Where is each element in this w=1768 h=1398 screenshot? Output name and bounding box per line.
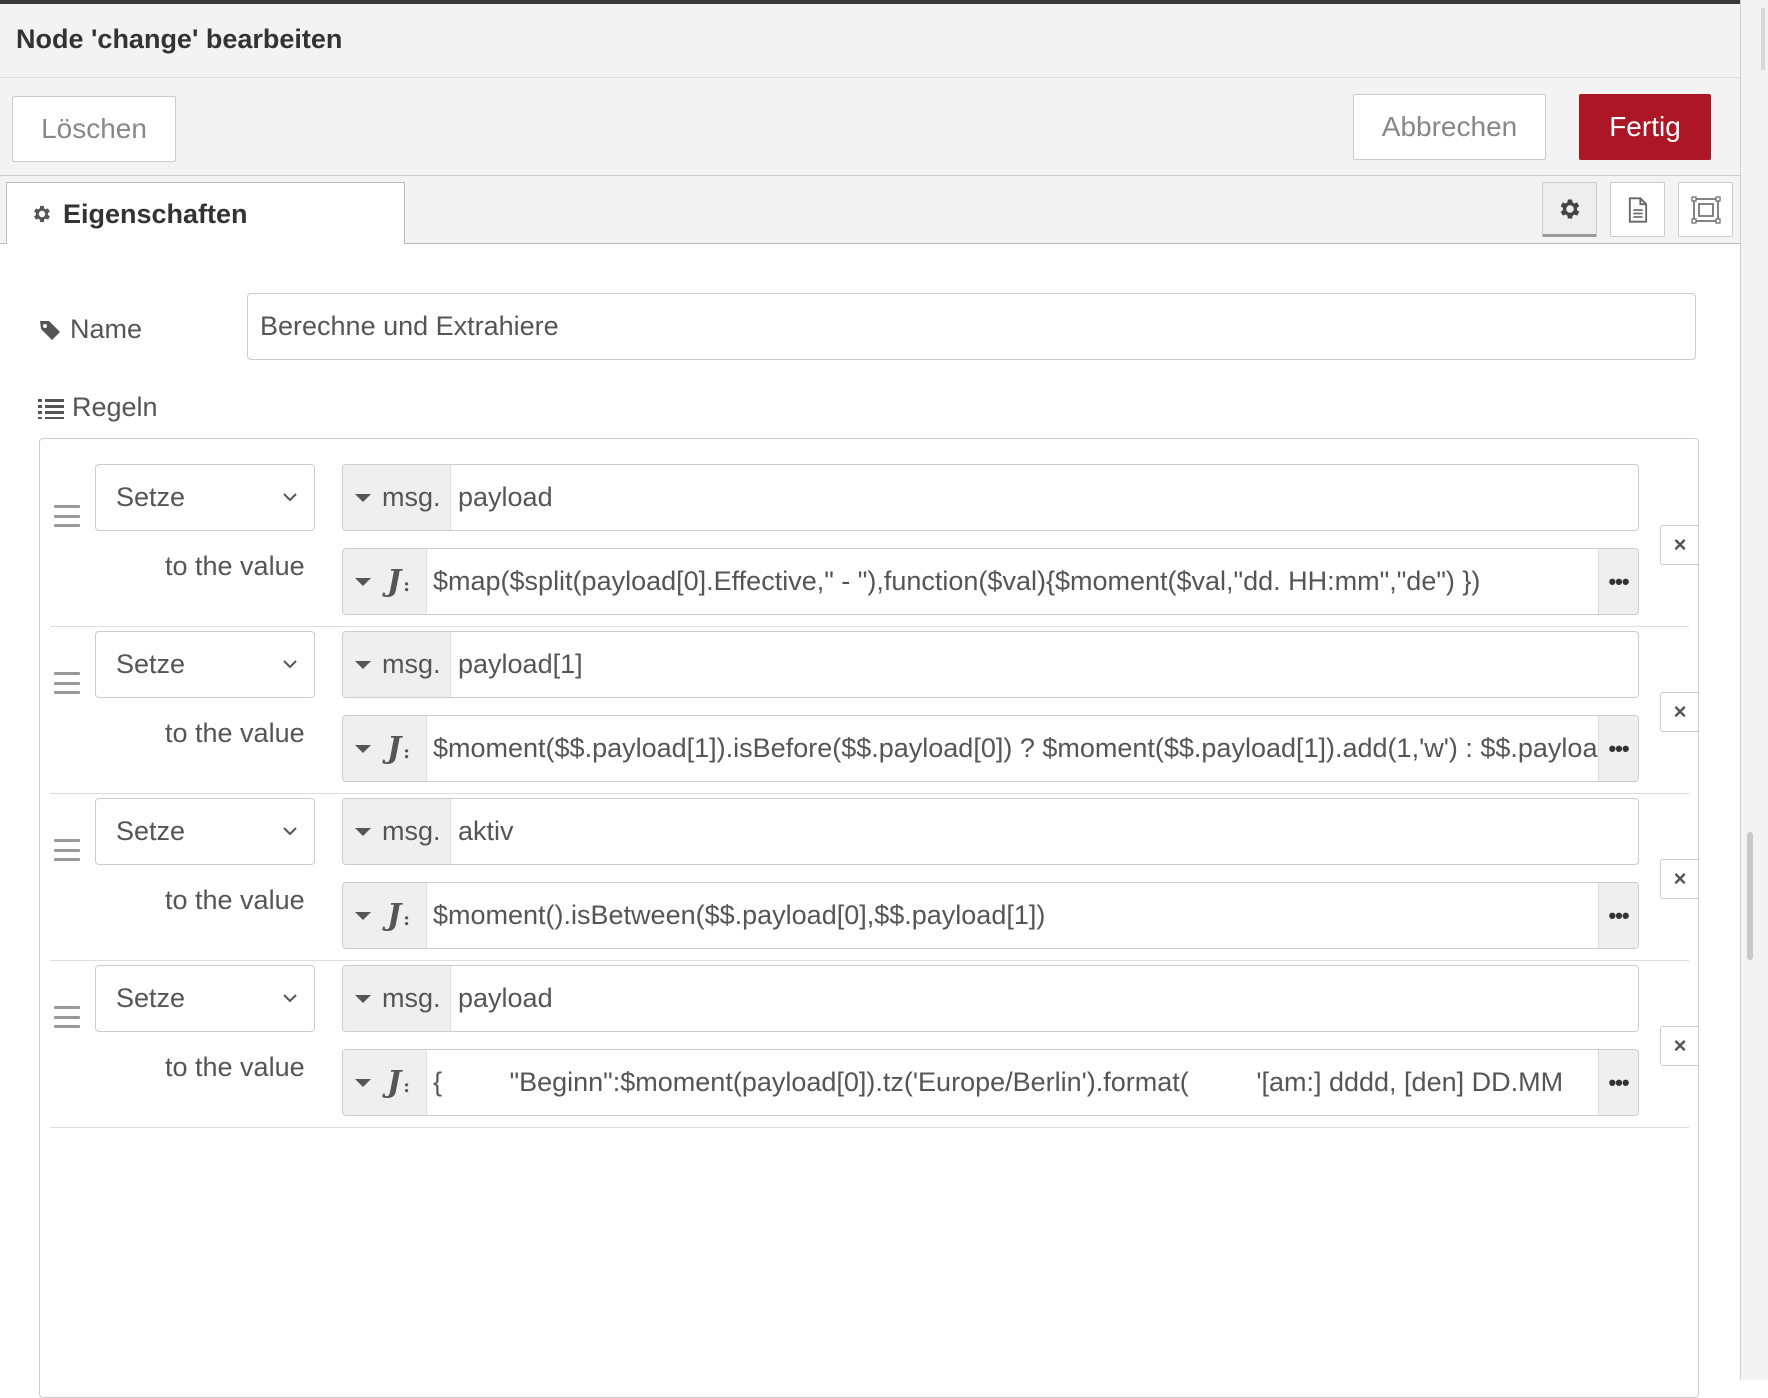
rule-action-select[interactable]: Setze (95, 798, 315, 865)
rule-action-select[interactable]: Setze (95, 631, 315, 698)
rule-property-input[interactable]: msg. payload[1] (342, 631, 1639, 698)
rule-row: Setze msg. payload to the value J: (50, 940, 1698, 1128)
name-label: Name (70, 314, 143, 344)
tab-properties[interactable]: Eigenschaften (6, 182, 405, 245)
remove-rule-button[interactable]: × (1660, 859, 1698, 899)
rule-value-input[interactable]: J: { "Beginn":$moment(payload[0]).tz('Eu… (342, 1049, 1639, 1116)
property-value: payload[1] (458, 649, 583, 679)
node-description-button[interactable] (1610, 182, 1665, 237)
rules-label-row: Regeln (38, 392, 158, 423)
gear-icon (34, 205, 50, 223)
scrollbar-thumb[interactable] (1747, 832, 1753, 960)
property-value: payload (458, 482, 553, 512)
to-the-value-label: to the value (165, 551, 305, 581)
to-the-value-label: to the value (165, 885, 305, 915)
tab-bar: Eigenschaften (0, 176, 1740, 245)
expand-editor-button[interactable]: ••• (1598, 883, 1638, 948)
drag-handle-icon[interactable] (54, 672, 80, 694)
rule-action-value: Setze (116, 983, 186, 1013)
jsonata-icon: J: (387, 1065, 410, 1100)
caret-down-icon (355, 660, 371, 669)
tray-header: Node 'change' bearbeiten (0, 4, 1740, 78)
caret-down-icon (355, 827, 371, 836)
value-type-select[interactable]: J: (343, 716, 427, 781)
property-type-select[interactable]: msg. (343, 966, 451, 1031)
expression-value: $moment($$.payload[1]).isBefore($$.paylo… (433, 733, 1598, 763)
value-type-select[interactable]: J: (343, 549, 427, 614)
name-label-row: Name (38, 314, 142, 345)
rule-action-value: Setze (116, 816, 186, 846)
drag-handle-icon[interactable] (54, 1006, 80, 1028)
rule-action-value: Setze (116, 482, 186, 512)
value-type-select[interactable]: J: (343, 883, 427, 948)
remove-rule-button[interactable]: × (1660, 692, 1698, 732)
chevron-down-icon (283, 660, 297, 669)
drag-handle-icon[interactable] (54, 839, 80, 861)
expression-value: { "Beginn":$moment(payload[0]).tz('Europ… (433, 1067, 1564, 1097)
rule-value-input[interactable]: J: $moment().isBetween($$.payload[0],$$.… (342, 882, 1639, 949)
rule-row: Setze msg. aktiv to the value J: $moment… (50, 773, 1698, 961)
caret-down-icon (355, 493, 371, 502)
expand-editor-button[interactable]: ••• (1598, 549, 1638, 614)
rule-row: Setze msg. payload to the value J: (50, 439, 1698, 627)
rule-action-select[interactable]: Setze (95, 464, 315, 531)
cancel-button[interactable]: Abbrechen (1353, 94, 1546, 160)
expand-editor-button[interactable]: ••• (1598, 716, 1638, 781)
property-type-select[interactable]: msg. (343, 632, 451, 697)
node-appearance-button[interactable] (1678, 182, 1733, 237)
caret-down-icon (355, 994, 371, 1003)
caret-down-icon (355, 577, 371, 586)
to-the-value-label: to the value (165, 718, 305, 748)
dialog-title: Node 'change' bearbeiten (16, 24, 343, 54)
property-type-select[interactable]: msg. (343, 799, 451, 864)
done-button[interactable]: Fertig (1579, 94, 1711, 160)
rule-property-input[interactable]: msg. aktiv (342, 798, 1639, 865)
name-input[interactable] (247, 293, 1696, 360)
workspace-edge-marker (1761, 8, 1765, 70)
rules-list: Setze msg. payload to the value J: $map(… (39, 438, 1699, 1398)
to-the-value-label: to the value (165, 1052, 305, 1082)
rule-action-select[interactable]: Setze (95, 965, 315, 1032)
rule-property-input[interactable]: msg. payload (342, 464, 1639, 531)
gear-icon (1560, 198, 1579, 219)
expression-value: $moment().isBetween($$.payload[0],$$.pay… (433, 900, 1046, 930)
expand-editor-button[interactable]: ••• (1598, 1050, 1638, 1115)
caret-down-icon (355, 744, 371, 753)
workspace-edge (1740, 0, 1768, 1380)
properties-form: Name Regeln Setze msg. payload (0, 244, 1740, 1398)
property-value: payload (458, 983, 553, 1013)
rule-value-input[interactable]: J: $moment($$.payload[1]).isBefore($$.pa… (342, 715, 1639, 782)
expression-value: $map($split(payload[0].Effective," - "),… (433, 566, 1481, 596)
tag-icon (40, 320, 60, 340)
jsonata-icon: J: (387, 564, 410, 599)
node-settings-button[interactable] (1542, 182, 1597, 237)
rules-label: Regeln (72, 392, 158, 422)
delete-button[interactable]: Löschen (12, 96, 176, 162)
drag-handle-icon[interactable] (54, 505, 80, 527)
chevron-down-icon (283, 827, 297, 836)
property-value: aktiv (458, 816, 514, 846)
remove-rule-button[interactable]: × (1660, 1026, 1698, 1066)
remove-rule-button[interactable]: × (1660, 525, 1698, 565)
value-type-select[interactable]: J: (343, 1050, 427, 1115)
tray-toolbar: Löschen Abbrechen Fertig (0, 78, 1740, 176)
jsonata-icon: J: (387, 731, 410, 766)
rule-property-input[interactable]: msg. payload (342, 965, 1639, 1032)
tab-properties-label: Eigenschaften (63, 198, 248, 229)
caret-down-icon (355, 911, 371, 920)
rule-row: Setze msg. payload[1] to the value J: $m… (50, 606, 1698, 794)
rule-action-value: Setze (116, 649, 186, 679)
edit-tray: Node 'change' bearbeiten Löschen Abbrech… (0, 4, 1740, 1398)
chevron-down-icon (283, 493, 297, 502)
node-layout-icon (1690, 195, 1721, 224)
rule-value-input[interactable]: J: $map($split(payload[0].Effective," - … (342, 548, 1639, 615)
list-icon (38, 398, 64, 419)
chevron-down-icon (283, 994, 297, 1003)
jsonata-icon: J: (387, 898, 410, 933)
property-type-select[interactable]: msg. (343, 465, 451, 530)
caret-down-icon (355, 1078, 371, 1087)
document-icon (1628, 196, 1647, 223)
